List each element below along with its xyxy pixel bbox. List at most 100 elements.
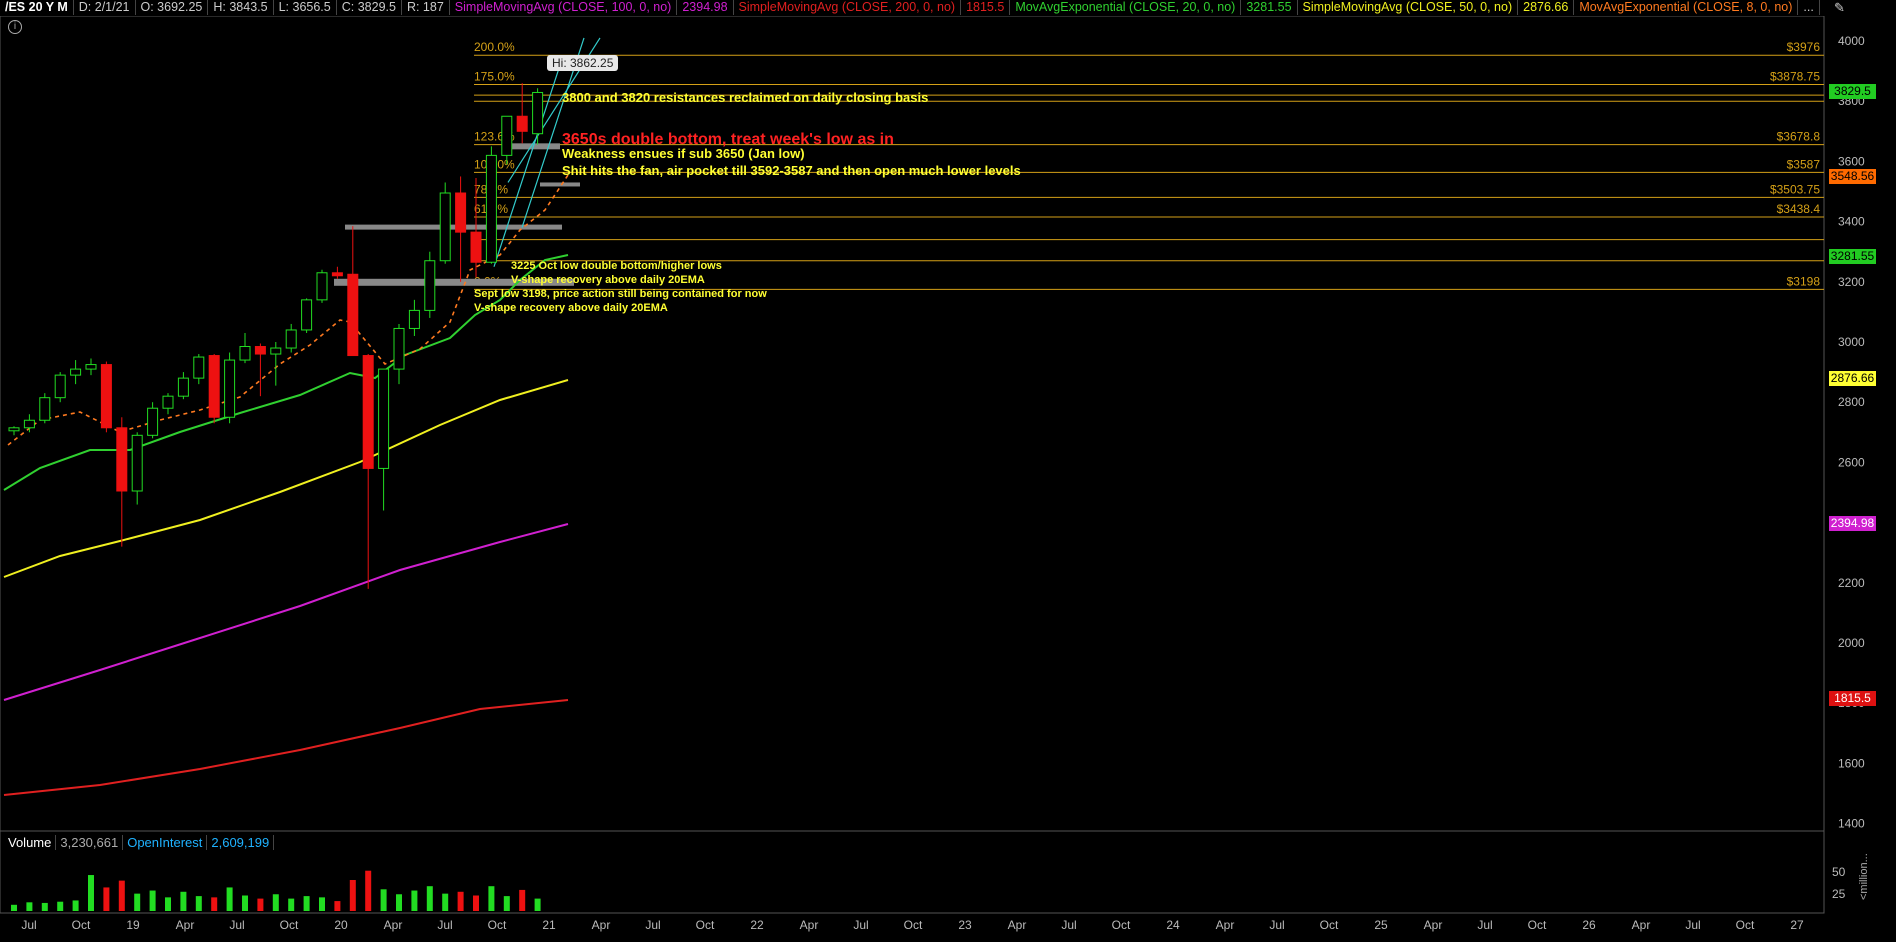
time-tick: Apr xyxy=(800,918,819,932)
pencil-icon[interactable]: ✎ xyxy=(1834,0,1850,15)
price-tick: 1400 xyxy=(1838,817,1865,831)
support-zone xyxy=(345,224,562,230)
candle-body xyxy=(177,377,189,397)
candle-body xyxy=(23,419,35,429)
time-tick: Jul xyxy=(853,918,868,932)
price-marker: 2876.66 xyxy=(1829,371,1876,387)
candle-body xyxy=(347,273,359,357)
time-tick: 26 xyxy=(1582,918,1596,932)
annotation-vshape-1: V-shape recovery above daily 20EMA xyxy=(511,274,705,286)
candle-body xyxy=(54,374,66,399)
time-tick: 23 xyxy=(958,918,972,932)
price-tick: 2000 xyxy=(1838,636,1865,650)
candle-body xyxy=(516,115,528,132)
time-tick: Jul xyxy=(1685,918,1700,932)
open-label: O: 3692.25 xyxy=(136,0,209,15)
time-tick: Oct xyxy=(696,918,715,932)
candle-body xyxy=(193,356,205,379)
fib-price: $3678.8 xyxy=(1777,130,1821,144)
time-tick: Jul xyxy=(229,918,244,932)
info-icon[interactable]: i xyxy=(8,20,22,34)
time-tick: Oct xyxy=(280,918,299,932)
price-tick: 4000 xyxy=(1838,34,1865,48)
time-tick: Jul xyxy=(1477,918,1492,932)
fib-price: $3878.75 xyxy=(1770,69,1820,83)
date-label: D: 2/1/21 xyxy=(74,0,136,15)
study-sma100-value: 2394.98 xyxy=(677,0,734,15)
time-tick: 21 xyxy=(542,918,556,932)
time-tick: Oct xyxy=(1736,918,1755,932)
price-tick: 2200 xyxy=(1838,576,1865,590)
study-sma200-value: 1815.5 xyxy=(961,0,1011,15)
low-label: L: 3656.5 xyxy=(274,0,337,15)
oi-label[interactable]: OpenInterest xyxy=(123,835,208,850)
symbol-label[interactable]: /ES 20 Y M xyxy=(0,0,74,15)
plot-area xyxy=(0,15,1825,832)
fib-price: $3587 xyxy=(1787,157,1821,171)
study-ema8[interactable]: MovAvgExponential (CLOSE, 8, 0, no) xyxy=(1574,0,1799,15)
range-label: R: 187 xyxy=(402,0,450,15)
time-tick: Oct xyxy=(488,918,507,932)
high-label: H: 3843.5 xyxy=(208,0,274,15)
price-tick: 2800 xyxy=(1838,395,1865,409)
price-tick: 3600 xyxy=(1838,154,1865,168)
study-sma50[interactable]: SimpleMovingAvg (CLOSE, 50, 0, no) xyxy=(1298,0,1519,15)
candle-body xyxy=(378,368,390,469)
price-marker: 1815.5 xyxy=(1829,690,1876,706)
candle-body xyxy=(393,327,405,370)
study-sma200[interactable]: SimpleMovingAvg (CLOSE, 200, 0, no) xyxy=(734,0,962,15)
price-tick: 3000 xyxy=(1838,335,1865,349)
study-ema20[interactable]: MovAvgExponential (CLOSE, 20, 0, no) xyxy=(1010,0,1242,15)
support-zone xyxy=(540,182,580,187)
candle-body xyxy=(439,192,451,262)
time-tick: Oct xyxy=(72,918,91,932)
time-tick: Jul xyxy=(645,918,660,932)
time-tick: 19 xyxy=(126,918,140,932)
candle-body xyxy=(70,368,82,376)
candle-body xyxy=(316,272,328,301)
study-sma50-value: 2876.66 xyxy=(1518,0,1575,15)
time-tick: Apr xyxy=(1632,918,1651,932)
candle-body xyxy=(100,364,112,429)
candle-body xyxy=(131,434,143,492)
candle-body xyxy=(331,272,343,277)
chart-header: /ES 20 Y M D: 2/1/21 O: 3692.25 H: 3843.5 L:… xyxy=(0,0,1840,16)
candle-body xyxy=(301,299,313,331)
candle-body xyxy=(239,346,251,361)
price-chart[interactable]: 4000380036003400320030002800260024002200… xyxy=(0,0,1896,942)
time-tick: Oct xyxy=(1528,918,1547,932)
study-sma100[interactable]: SimpleMovingAvg (CLOSE, 100, 0, no) xyxy=(450,0,678,15)
close-label: C: 3829.5 xyxy=(337,0,402,15)
candle-body xyxy=(532,91,544,135)
hi-label: Hi: 3862.25 xyxy=(547,55,619,71)
time-tick: Apr xyxy=(176,918,195,932)
volume-label[interactable]: Volume xyxy=(4,835,57,850)
volume-unit: <million... xyxy=(1858,853,1870,900)
annotation-air-pocket: Shit hits the fan, air pocket till 3592-… xyxy=(562,163,1021,178)
time-tick: Apr xyxy=(384,918,403,932)
candle-body xyxy=(455,192,467,233)
time-tick: Apr xyxy=(592,918,611,932)
time-tick: Jul xyxy=(437,918,452,932)
time-tick: 22 xyxy=(750,918,764,932)
price-tick: 3200 xyxy=(1838,275,1865,289)
time-tick: Oct xyxy=(1112,918,1131,932)
candle-body xyxy=(485,154,497,263)
price-tick: 2600 xyxy=(1838,455,1865,469)
volume-value: 3,230,661 xyxy=(56,835,124,850)
candle-body xyxy=(254,346,266,355)
fib-percent: 200.0% xyxy=(474,40,515,54)
time-tick: 25 xyxy=(1374,918,1388,932)
time-tick: 24 xyxy=(1166,918,1180,932)
time-tick: Jul xyxy=(1061,918,1076,932)
candle-body xyxy=(224,359,236,418)
price-marker: 3281.55 xyxy=(1829,249,1876,265)
volume-header: Volume 3,230,661 OpenInterest 2,609,199 xyxy=(4,835,275,850)
fib-price: $3198 xyxy=(1787,274,1821,288)
more-button[interactable]: ... xyxy=(1798,0,1820,15)
annotation-vshape-2: V-shape recovery above daily 20EMA xyxy=(474,302,668,314)
candle-body xyxy=(424,260,436,311)
price-tick: 3400 xyxy=(1838,215,1865,229)
candle-body xyxy=(408,309,420,329)
candle-body xyxy=(362,355,374,469)
